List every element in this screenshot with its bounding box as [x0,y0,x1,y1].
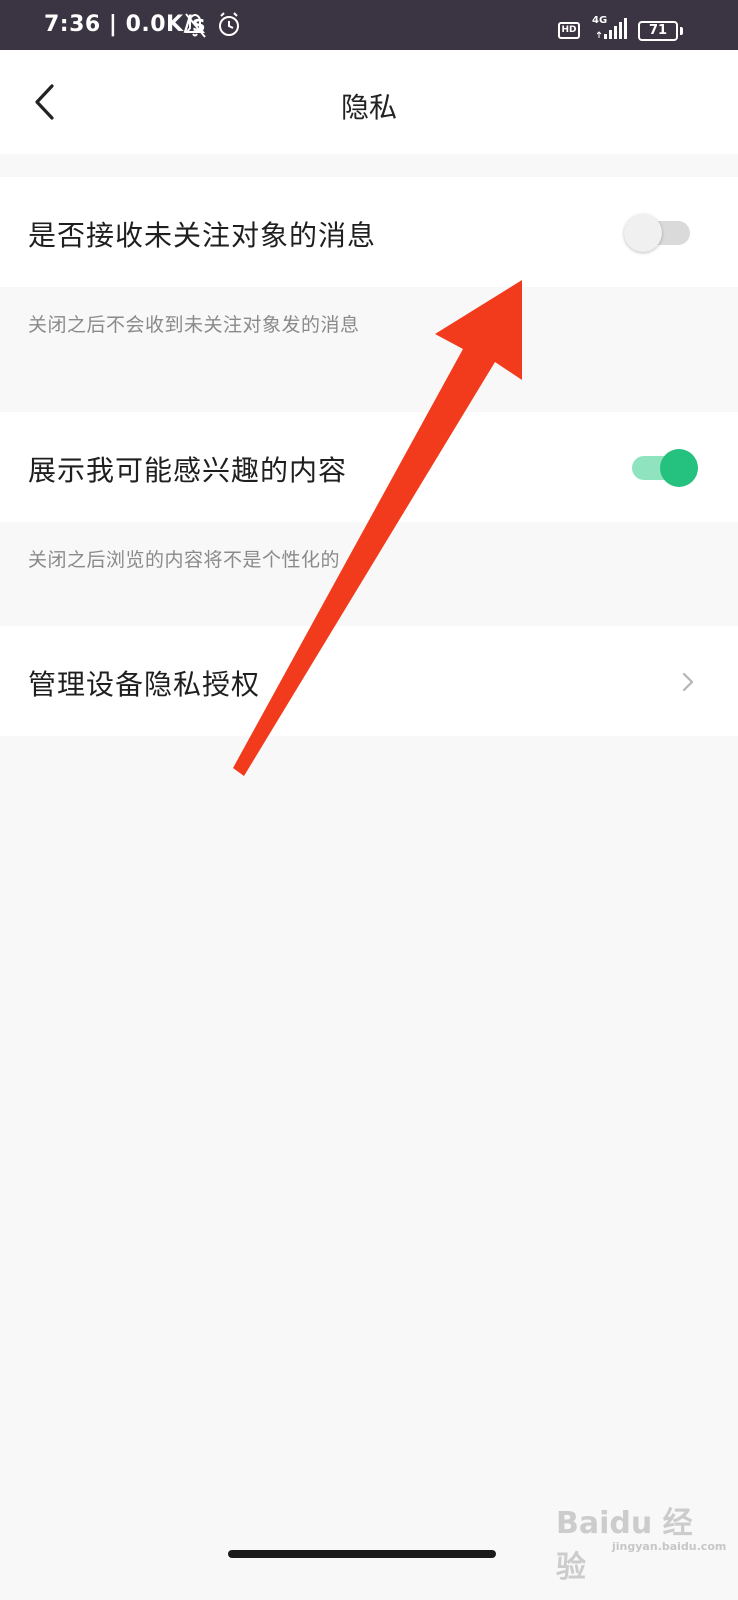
baidu-watermark: Baidu 经验 jingyan.baidu.com [556,1498,726,1585]
chevron-right-icon [682,672,694,692]
setting-label: 是否接收未关注对象的消息 [28,219,377,252]
setting-description: 关闭之后不会收到未关注对象发的消息 [28,314,360,336]
alarm-icon [219,12,239,36]
mute-notification-icon [185,13,206,38]
receive-messages-toggle[interactable] [624,210,694,254]
privacy-settings-screen: 7:36 | 0.0K/s HD 4G 71 隐私 是否接收未关注对象的消息 关… [0,0,738,1600]
battery-nub [680,27,683,35]
setting-row-personalized-content[interactable]: 展示我可能感兴趣的内容 [0,412,738,522]
setting-description: 关闭之后浏览的内容将不是个性化的 [28,549,341,571]
setting-row-device-privacy[interactable]: 管理设备隐私授权 [0,626,738,736]
header-bar: 隐私 [0,50,738,154]
watermark-url: jingyan.baidu.com [612,1540,727,1553]
home-indicator[interactable] [228,1550,496,1558]
toggle-knob [660,449,698,487]
setting-label: 管理设备隐私授权 [28,668,261,701]
battery-icon: 71 [638,21,678,41]
status-bar: 7:36 | 0.0K/s HD 4G 71 [0,0,738,50]
page-title: 隐私 [340,91,397,124]
toggle-knob [624,214,662,252]
personalized-content-toggle[interactable] [628,445,698,489]
hd-badge: HD [558,22,580,39]
setting-row-receive-messages[interactable]: 是否接收未关注对象的消息 [0,177,738,287]
signal-icon [596,18,627,39]
setting-label: 展示我可能感兴趣的内容 [28,454,348,487]
